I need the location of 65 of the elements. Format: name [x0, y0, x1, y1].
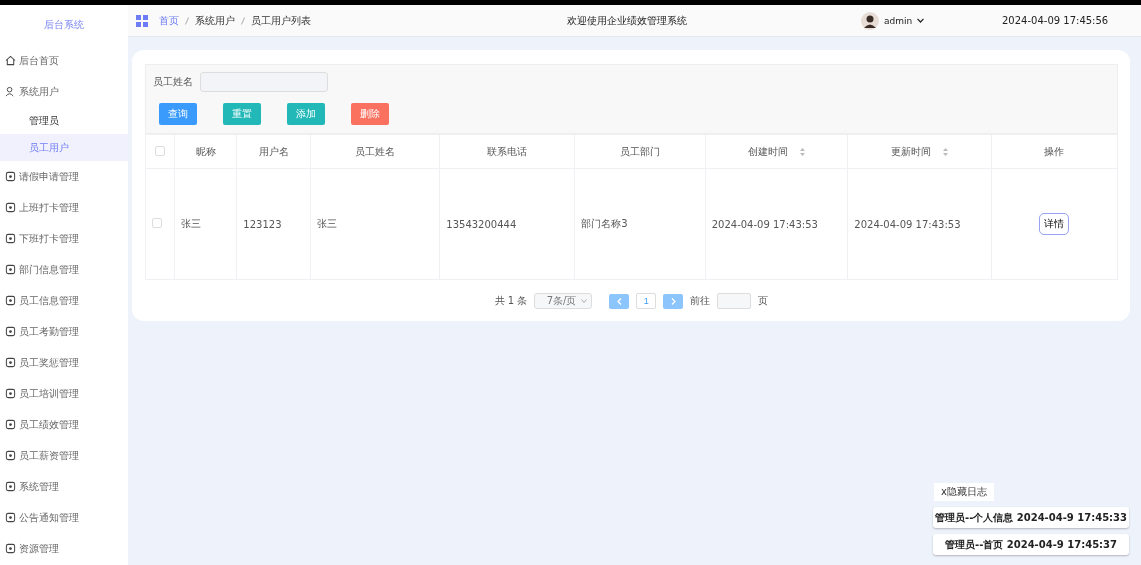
- menu-item[interactable]: 系统管理: [0, 471, 128, 502]
- column-header: 联系电话: [487, 145, 528, 157]
- table-cell: 张三: [317, 218, 338, 229]
- menu-item[interactable]: 员工奖惩管理: [0, 347, 128, 378]
- separator-icon: [185, 16, 189, 25]
- log-entry: 管理员--首页 2024-04-9 17:45:37: [933, 534, 1129, 555]
- caret-icon[interactable]: [917, 18, 925, 23]
- table-cell: 2024-04-09 17:43:53: [854, 218, 961, 230]
- next-page-button[interactable]: [663, 293, 684, 309]
- table-cell: 张三: [181, 218, 202, 229]
- column-header: 创建时间: [748, 145, 789, 157]
- menu-item[interactable]: 请假申请管理: [0, 161, 128, 192]
- column-header: 用户名: [258, 145, 289, 157]
- page-suffix: 页: [758, 294, 769, 308]
- grid-icon[interactable]: [136, 14, 148, 27]
- house-icon: [5, 55, 16, 66]
- app-title: 后台系统: [43, 18, 85, 32]
- avatar-icon[interactable]: [861, 11, 879, 30]
- column-header: 操作: [1044, 145, 1065, 157]
- table-cell: 123123: [243, 218, 282, 230]
- log-entry: 管理员--个人信息 2024-04-9 17:45:33: [933, 507, 1129, 528]
- column-header: 员工姓名: [355, 145, 396, 157]
- menu-item[interactable]: 员工培训管理: [0, 378, 128, 409]
- table-cell: 13543200444: [446, 218, 517, 230]
- menu-item[interactable]: 员工信息管理: [0, 285, 128, 316]
- menu-item[interactable]: 后台首页: [0, 45, 128, 76]
- hide-log-button[interactable]: x隐藏日志: [934, 483, 994, 501]
- separator-icon: [241, 16, 245, 25]
- menu-item[interactable]: 系统用户: [0, 76, 128, 107]
- menu-item[interactable]: 公告通知管理: [0, 502, 128, 533]
- page-title: 欢迎使用企业绩效管理系统: [567, 13, 688, 28]
- breadcrumb-item: 员工用户列表: [251, 13, 311, 28]
- menu-item[interactable]: 下班打卡管理: [0, 223, 128, 254]
- column-header: 昵称: [195, 145, 216, 157]
- menu-item[interactable]: 员工绩效管理: [0, 409, 128, 440]
- total-count: 共 1 条: [494, 294, 528, 308]
- page-size-select[interactable]: 7条/页: [534, 293, 593, 309]
- breadcrumb-item: 系统用户: [195, 13, 235, 28]
- detail-button[interactable]: 详情: [1039, 213, 1070, 235]
- menu-item[interactable]: 员工薪资管理: [0, 440, 128, 471]
- chevron-left-icon: [616, 297, 622, 305]
- goto-page-input[interactable]: [717, 293, 752, 309]
- submenu-item[interactable]: 管理员: [0, 107, 128, 134]
- name-input[interactable]: [200, 72, 328, 92]
- chevron-right-icon: [670, 297, 676, 305]
- menu-item[interactable]: 员工考勤管理: [0, 316, 128, 347]
- submenu-item[interactable]: 员工用户: [0, 134, 128, 161]
- datetime: 2024-04-09 17:45:56: [1002, 15, 1109, 26]
- user-menu[interactable]: admin: [884, 15, 913, 26]
- table-cell: 2024-04-09 17:43:53: [711, 218, 818, 230]
- menu-item[interactable]: 上班打卡管理: [0, 192, 128, 223]
- caret-icon: [581, 299, 588, 303]
- goto-label: 前往: [690, 294, 711, 308]
- sort-icon[interactable]: [942, 147, 948, 156]
- sort-icon[interactable]: [799, 147, 805, 156]
- field-label: 员工姓名: [153, 75, 193, 89]
- table-cell: 部门名称3: [581, 218, 628, 229]
- column-header: 更新时间: [891, 145, 932, 157]
- menu-item[interactable]: 资源管理: [0, 533, 128, 564]
- breadcrumb-item[interactable]: 首页: [159, 13, 179, 28]
- checkbox[interactable]: [152, 218, 162, 228]
- prev-page-button[interactable]: [609, 293, 630, 309]
- column-header: 员工部门: [619, 145, 660, 157]
- menu-item[interactable]: 部门信息管理: [0, 254, 128, 285]
- checkbox[interactable]: [155, 145, 166, 156]
